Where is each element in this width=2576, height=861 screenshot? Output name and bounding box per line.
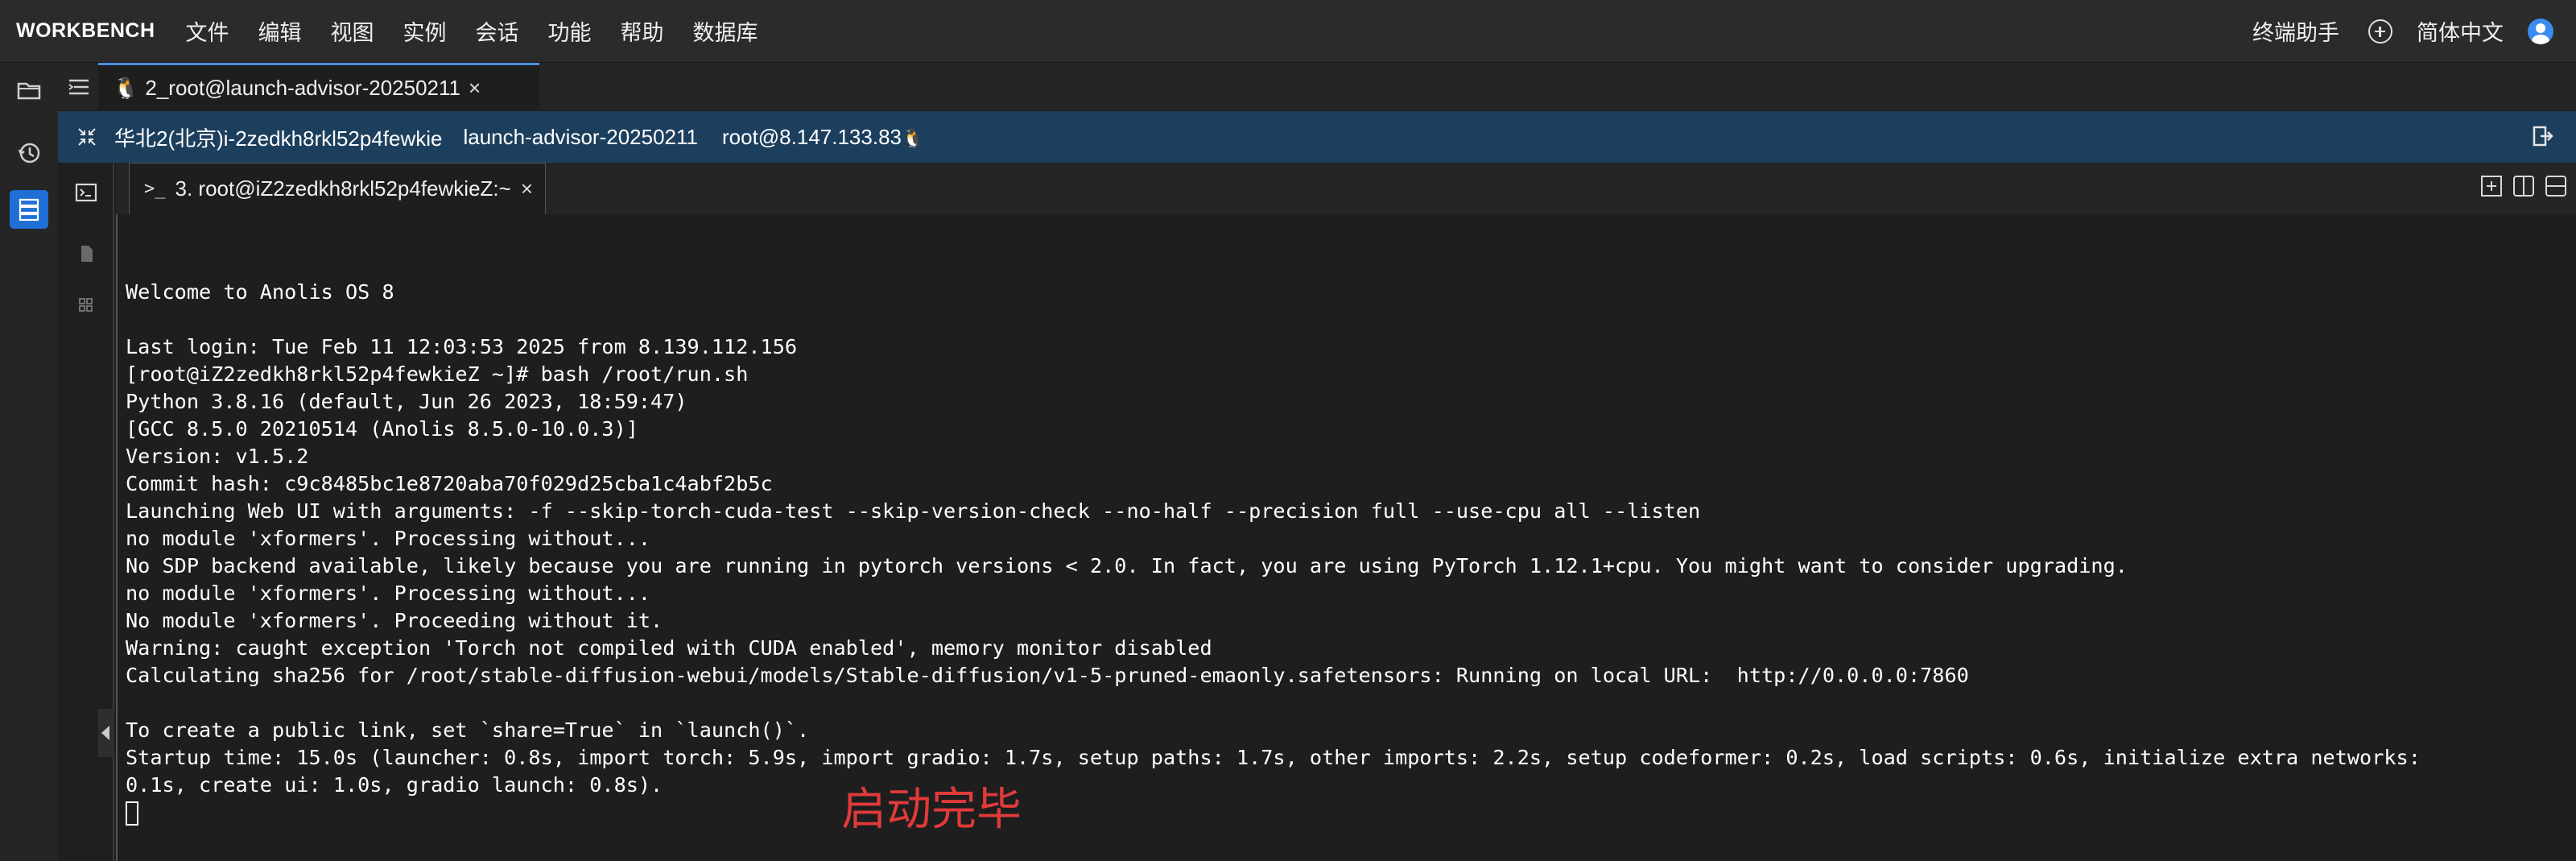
split-horizontal-icon[interactable] [2544, 174, 2568, 198]
menu-edit[interactable]: 编辑 [258, 15, 302, 47]
session-tab[interactable]: 🐧 2_root@launch-advisor-20250211 × [98, 63, 539, 111]
folder-icon[interactable] [14, 76, 43, 105]
terminal-icon[interactable] [74, 180, 98, 205]
terminal-line: Python 3.8.16 (default, Jun 26 2023, 18:… [126, 390, 687, 413]
session-tab-bar: 🐧 2_root@launch-advisor-20250211 × [58, 63, 2576, 111]
language-selector[interactable]: 简体中文 [2417, 15, 2504, 47]
terminal-cursor-line [126, 799, 2560, 826]
terminal-line: no module 'xformers'. Processing without… [126, 527, 651, 550]
file-icon[interactable] [74, 242, 98, 266]
instance-name: launch-advisor-20250211 [463, 124, 698, 149]
disconnect-exit-icon[interactable] [2531, 124, 2555, 148]
terminal-line: Welcome to Anolis OS 8 [126, 280, 394, 304]
user-avatar-icon[interactable] [2528, 18, 2553, 44]
terminal-line: Version: v1.5.2 [126, 445, 309, 468]
menu-session[interactable]: 会话 [476, 15, 519, 47]
terminal-output[interactable]: Welcome to Anolis OS 8 Last login: Tue Fe… [116, 214, 2576, 861]
menu-features[interactable]: 功能 [548, 15, 592, 47]
split-vertical-icon[interactable] [2512, 174, 2536, 198]
close-tab-icon[interactable]: × [469, 76, 481, 101]
terminal-line: no module 'xformers'. Processing without… [126, 582, 651, 605]
terminal-tab-label: 3. root@iZ2zedkh8rkl52p4fewkieZ:~ [175, 176, 511, 201]
terminal-assistant-button[interactable]: 终端助手 [2252, 15, 2339, 47]
tab-list-icon[interactable] [66, 74, 92, 100]
menu-instance[interactable]: 实例 [403, 15, 447, 47]
split-controls [2471, 174, 2568, 198]
terminal-line: [GCC 8.5.0 20210514 (Anolis 8.5.0-10.0.3… [126, 417, 638, 441]
session-tab-label: 2_root@launch-advisor-20250211 [145, 76, 460, 100]
terminal-cursor [126, 801, 138, 826]
connection-info-bar: 华北2(北京)i-2zedkh8rkl52p4fewkie launch-adv… [58, 111, 2576, 163]
terminal-line: No SDP backend available, likely because… [126, 554, 2128, 577]
apps-grid-icon[interactable] [74, 293, 98, 317]
terminal-line: 0.1s, create ui: 1.0s, gradio launch: 0.… [126, 773, 663, 797]
user-host: root@8.147.133.83🐧 [721, 124, 924, 149]
activity-bar [0, 63, 59, 861]
linux-penguin-icon: 🐧 [113, 76, 139, 100]
terminal-line: Calculating sha256 for /root/stable-diff… [126, 664, 1969, 687]
new-terminal-icon[interactable] [2479, 174, 2504, 198]
collapse-arrows-icon[interactable] [76, 126, 98, 148]
linux-penguin-icon: 🐧 [902, 127, 924, 148]
terminal-prompt-icon: >_ [144, 179, 166, 199]
terminal-line: No module 'xformers'. Proceeding without… [126, 609, 663, 632]
app-brand: WORKBENCH [16, 19, 155, 42]
menu-file[interactable]: 文件 [186, 15, 229, 47]
region-instance-id: 华北2(北京)i-2zedkh8rkl52p4fewkie [114, 126, 443, 151]
terminal-line: Commit hash: c9c8485bc1e8720aba70f029d25… [126, 472, 773, 495]
menubar-right: 终端助手 简体中文 [2228, 15, 2553, 47]
terminal-text: Welcome to Anolis OS 8 Last login: Tue Fe… [126, 251, 2560, 826]
menu-database[interactable]: 数据库 [693, 15, 758, 47]
terminal-line: Warning: caught exception 'Torch not com… [126, 636, 1212, 660]
terminal-tab[interactable]: >_ 3. root@iZ2zedkh8rkl52p4fewkieZ:~ × [129, 163, 546, 214]
database-server-icon[interactable] [10, 190, 48, 229]
menu-view[interactable]: 视图 [331, 15, 374, 47]
terminal-line: Last login: Tue Feb 11 12:03:53 2025 fro… [126, 335, 798, 358]
history-icon[interactable] [14, 139, 43, 168]
close-terminal-tab-icon[interactable]: × [521, 176, 533, 201]
startup-complete-annotation: 启动完毕 [841, 784, 1022, 836]
terminal-line: [root@iZ2zedkh8rkl52p4fewkieZ ~]# bash /… [126, 362, 749, 386]
terminal-line: To create a public link, set `share=True… [126, 718, 810, 742]
menu-help[interactable]: 帮助 [621, 15, 664, 47]
add-circle-icon[interactable] [2368, 19, 2392, 43]
terminal-line: Startup time: 15.0s (launcher: 0.8s, imp… [126, 746, 2421, 769]
collapse-panel-handle[interactable] [98, 709, 114, 757]
terminal-tab-bar: >_ 3. root@iZ2zedkh8rkl52p4fewkieZ:~ × [116, 163, 2576, 214]
menubar: WORKBENCH 文件 编辑 视图 实例 会话 功能 帮助 数据库 终端助手 … [0, 0, 2576, 63]
terminal-line: Launching Web UI with arguments: -f --sk… [126, 499, 1701, 523]
